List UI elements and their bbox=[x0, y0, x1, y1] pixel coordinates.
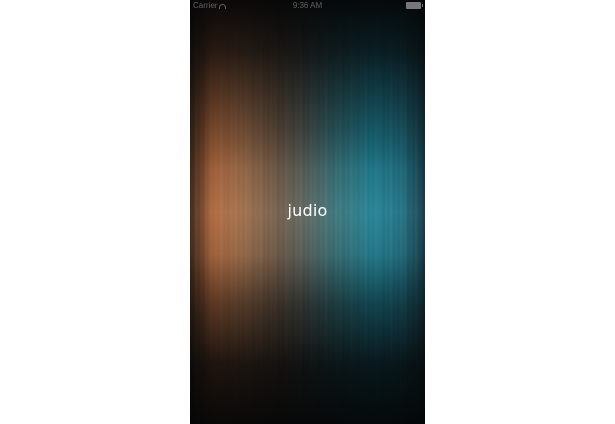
app-title: judio bbox=[287, 201, 328, 220]
status-bar: Carrier 9:36 AM bbox=[190, 0, 425, 11]
battery-icon bbox=[406, 2, 423, 9]
status-time: 9:36 AM bbox=[292, 1, 323, 10]
splash-screen: Carrier 9:36 AM judio bbox=[190, 0, 425, 424]
